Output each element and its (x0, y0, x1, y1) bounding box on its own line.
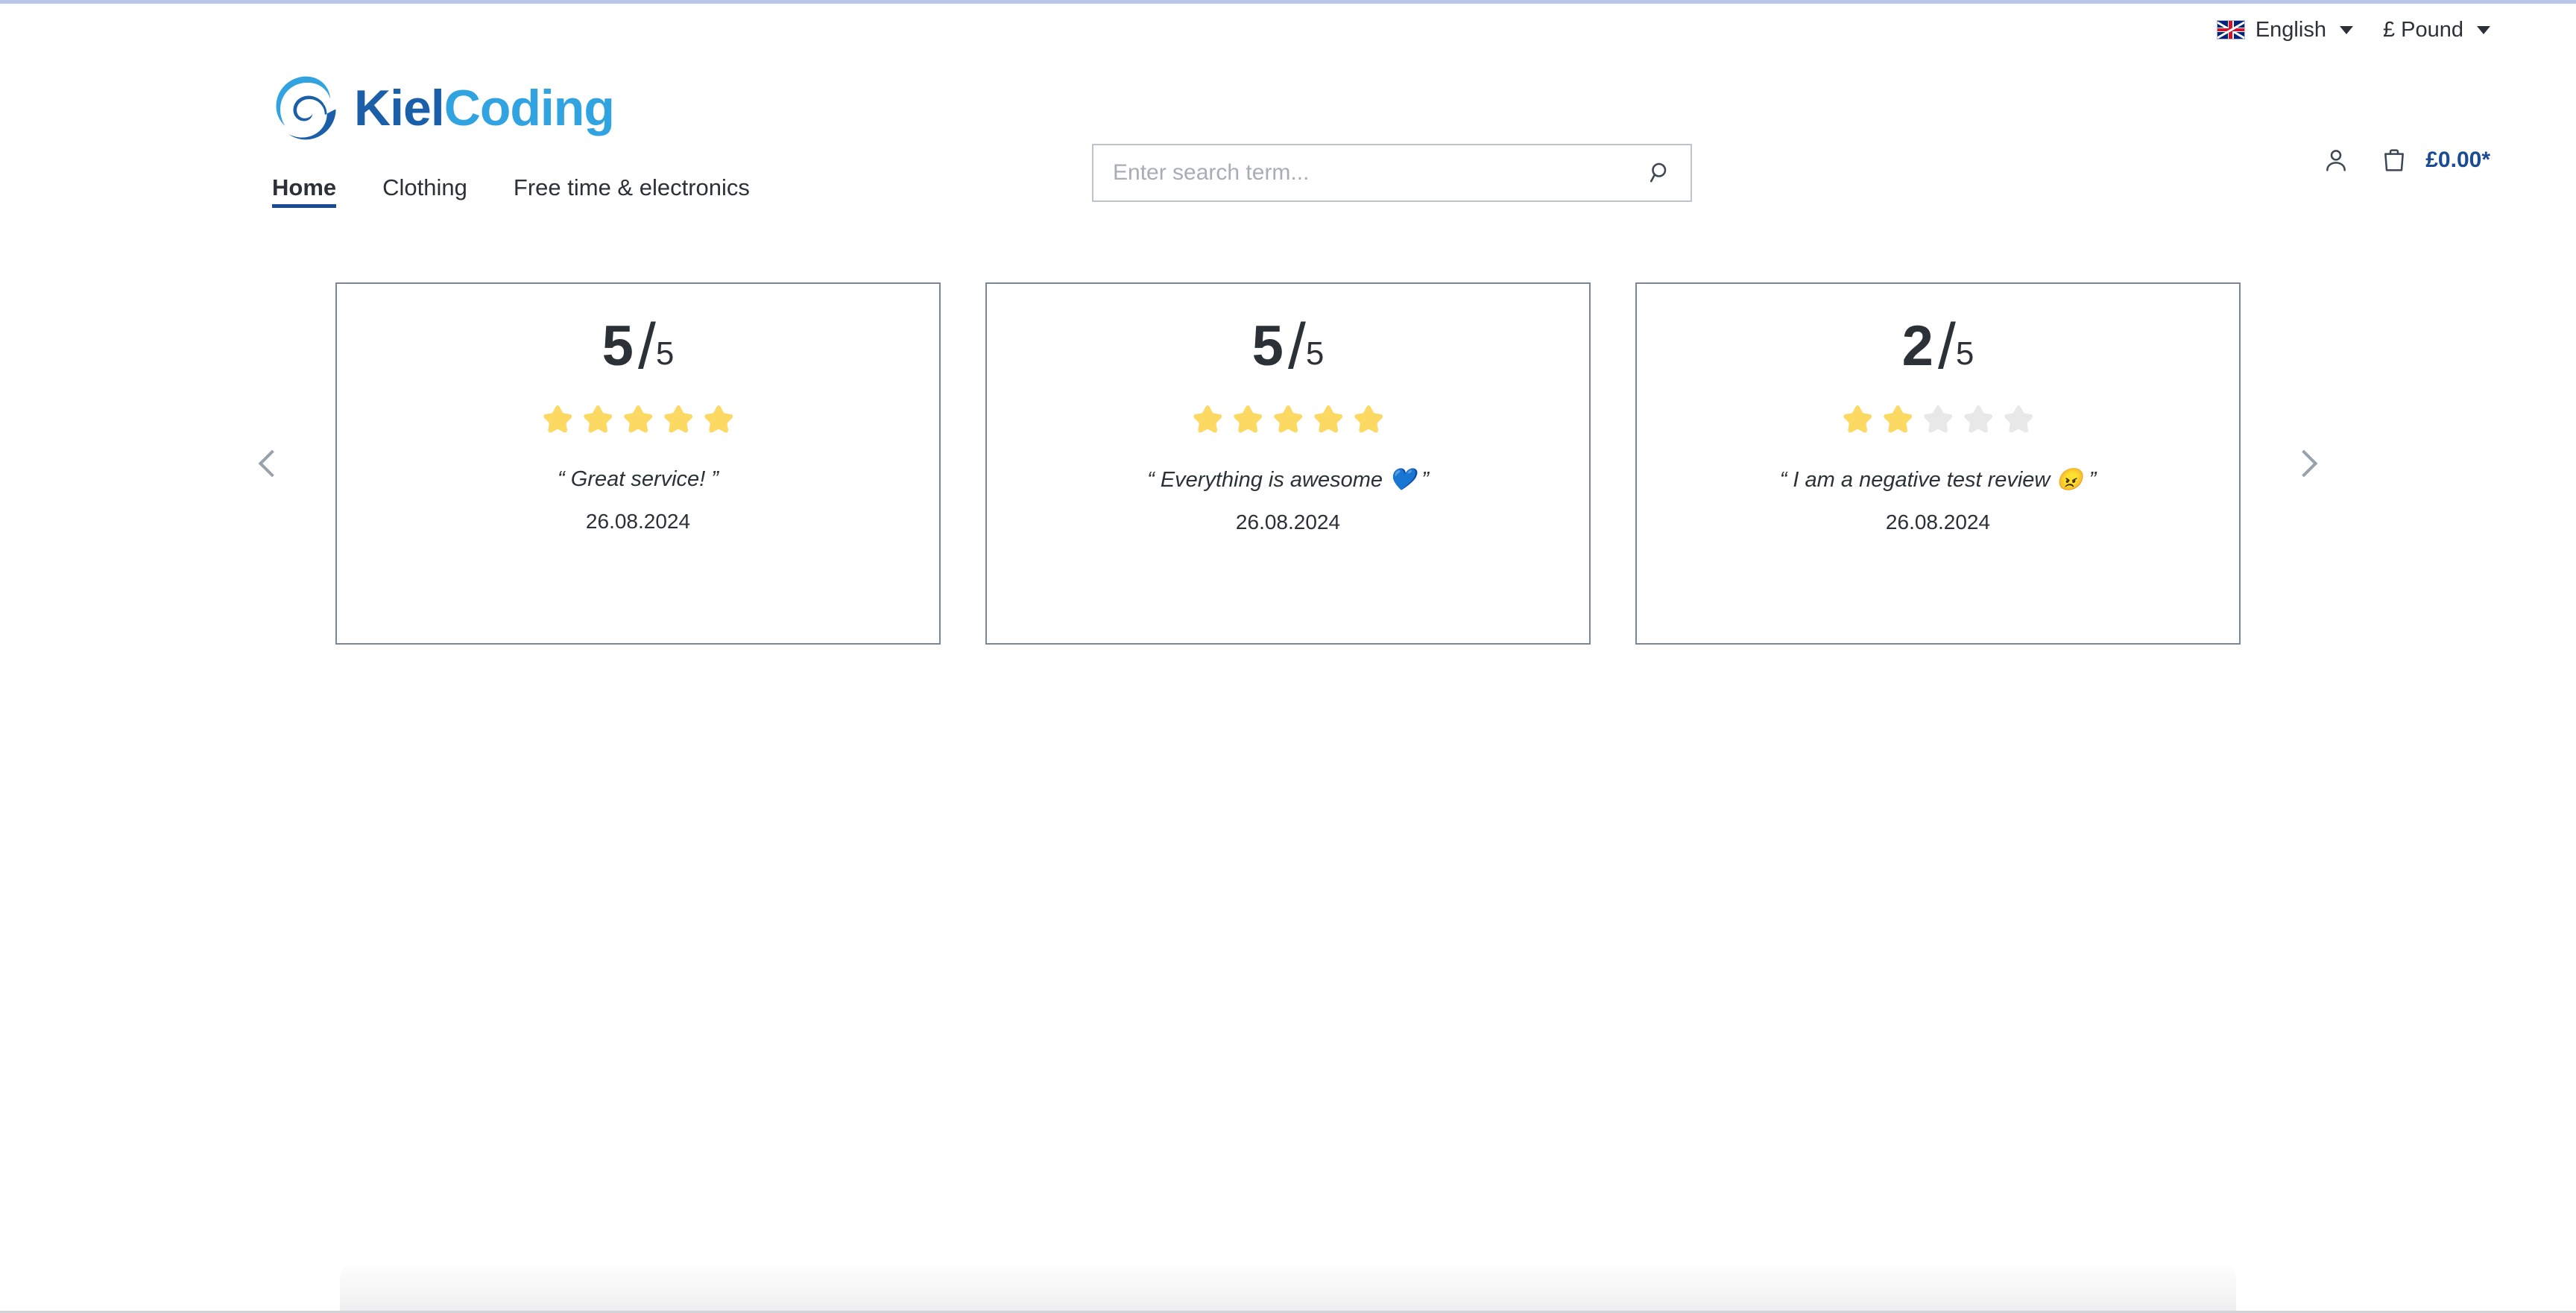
rating-value: 5 (1251, 314, 1284, 378)
shopping-bag-icon (2384, 149, 2405, 171)
chevron-down-icon (2339, 25, 2353, 34)
top-utility-bar: English £ Pound (0, 4, 2576, 56)
star-icon-filled (1234, 405, 1263, 433)
star-icon-filled (543, 405, 572, 433)
rating-separator: / (1937, 311, 1956, 383)
chevron-right-icon (2290, 449, 2318, 478)
rating-max: 5 (655, 335, 675, 372)
star-rating (540, 402, 736, 436)
review-card-list: 5 / 5 “ Great service! ” 26.08.2024 5 / … (335, 282, 2241, 645)
logo-text-primary: Kiel (354, 80, 445, 136)
star-icon-empty (2004, 405, 2033, 433)
cart-total-amount: £0.00* (2425, 148, 2490, 172)
user-account-icon (2326, 150, 2346, 171)
rating-max: 5 (1955, 335, 1974, 372)
rating-score: 5 / 5 (1251, 311, 1325, 383)
chevron-down-icon (2477, 25, 2490, 34)
currency-switcher[interactable]: £ Pound (2383, 19, 2490, 41)
search-input[interactable] (1093, 160, 1631, 186)
star-rating (1840, 402, 2036, 436)
uk-flag-icon (2216, 20, 2245, 39)
footer-panel (340, 1259, 2236, 1313)
currency-label: £ Pound (2382, 17, 2463, 42)
rating-score: 2 / 5 (1901, 311, 1974, 383)
star-icon-filled (1314, 405, 1343, 433)
star-icon-filled (624, 405, 653, 433)
logo-text-secondary: Coding (443, 80, 615, 136)
review-date: 26.08.2024 (585, 510, 691, 533)
account-button[interactable] (2321, 145, 2351, 175)
star-icon-filled (704, 405, 733, 433)
language-label: English (2255, 17, 2326, 42)
rating-value: 2 (1901, 314, 1933, 378)
nav-item-free-time-electronics[interactable]: Free time & electronics (514, 176, 750, 208)
review-text: “ Everything is awesome 💙 ” (1147, 468, 1429, 492)
rating-score: 5 / 5 (602, 311, 675, 383)
review-card[interactable]: 2 / 5 “ I am a negative test review 😠 ” … (1635, 282, 2241, 645)
review-card[interactable]: 5 / 5 “ Great service! ” 26.08.2024 (335, 282, 941, 645)
slider-prev-button[interactable] (243, 437, 295, 490)
search-bar (1092, 144, 1692, 202)
rating-separator: / (637, 311, 656, 383)
review-date: 26.08.2024 (1235, 510, 1341, 534)
header-actions: £0.00* (2321, 145, 2490, 175)
rating-separator: / (1287, 311, 1306, 383)
review-slider: 5 / 5 “ Great service! ” 26.08.2024 5 / … (0, 282, 2576, 645)
star-icon-empty (1924, 405, 1953, 433)
star-icon-filled (1274, 405, 1303, 433)
search-submit-button[interactable] (1631, 145, 1690, 200)
review-text: “ Great service! ” (558, 467, 719, 491)
language-switcher[interactable]: English (2216, 17, 2353, 42)
star-icon-filled (584, 405, 613, 433)
logo-text: KielCoding (354, 80, 615, 136)
nav-item-home[interactable]: Home (272, 176, 337, 208)
wave-spiral-logo-icon (276, 76, 336, 140)
slider-next-button[interactable] (2281, 437, 2333, 490)
review-date: 26.08.2024 (1885, 510, 1991, 534)
site-header: KielCoding £0.00* (0, 56, 2576, 202)
star-icon-filled (664, 405, 693, 433)
site-logo[interactable]: KielCoding (272, 74, 615, 142)
chevron-left-icon (258, 449, 286, 478)
review-text: “ I am a negative test review 😠 ” (1779, 468, 2097, 492)
search-icon (1650, 162, 1667, 183)
star-icon-filled (1884, 405, 1913, 433)
cart-button[interactable]: £0.00* (2379, 145, 2490, 175)
star-icon-empty (1964, 405, 1993, 433)
star-icon-filled (1193, 405, 1222, 433)
star-icon-filled (1843, 405, 1872, 433)
review-card[interactable]: 5 / 5 “ Everything is awesome 💙 ” 26.08.… (985, 282, 1591, 645)
rating-value: 5 (602, 314, 634, 378)
star-icon-filled (1354, 405, 1383, 433)
nav-item-clothing[interactable]: Clothing (382, 176, 467, 208)
star-rating (1190, 402, 1386, 436)
rating-max: 5 (1305, 335, 1325, 372)
